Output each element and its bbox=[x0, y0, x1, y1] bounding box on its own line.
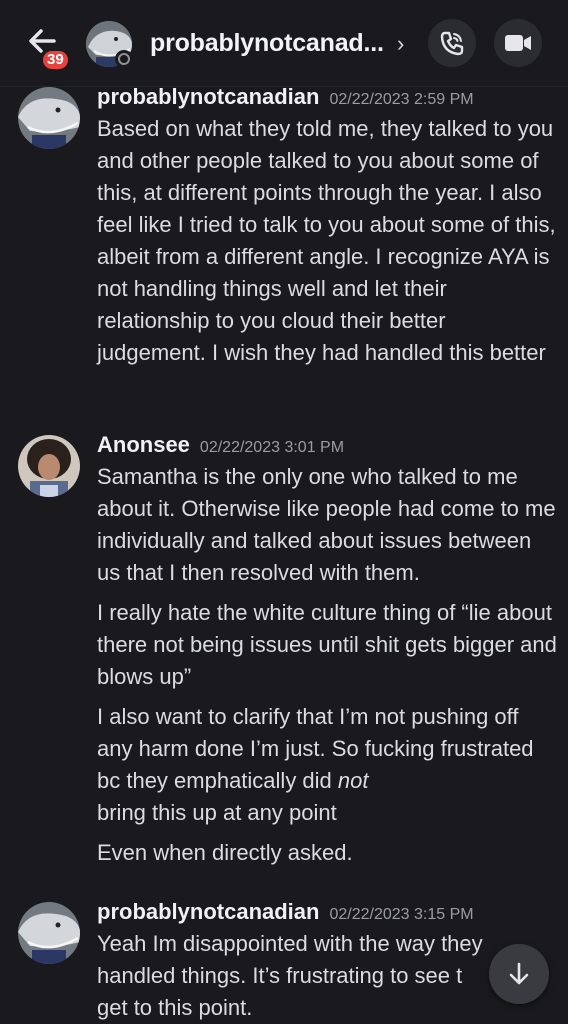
message-text: I really hate the white culture thing of… bbox=[97, 600, 557, 689]
message-text: Even when directly asked. bbox=[97, 840, 353, 865]
emphasized-text: not bbox=[337, 768, 369, 793]
avatar[interactable] bbox=[18, 435, 80, 497]
arrow-down-icon bbox=[509, 962, 529, 985]
channel-title[interactable]: probablynotcanad... bbox=[150, 29, 395, 58]
phone-icon bbox=[440, 31, 464, 56]
message-list[interactable]: probablynotcanadian 02/22/2023 2:59 PM Ba… bbox=[0, 87, 568, 1024]
message-timestamp: 02/22/2023 2:59 PM bbox=[329, 91, 474, 108]
chevron-right-icon[interactable]: › bbox=[397, 31, 404, 57]
unread-badge: 39 bbox=[40, 48, 71, 72]
message-timestamp: 02/22/2023 3:15 PM bbox=[329, 906, 474, 923]
call-button[interactable] bbox=[428, 19, 476, 67]
message-body: Based on what they told me, they talked … bbox=[97, 113, 557, 377]
message-author[interactable]: probablynotcanadian 02/22/2023 3:15 PM bbox=[97, 899, 474, 925]
avatar[interactable] bbox=[18, 87, 80, 149]
scroll-to-bottom-button[interactable] bbox=[489, 944, 549, 1004]
message-text: Samantha is the only one who talked to m… bbox=[97, 464, 556, 585]
avatar[interactable] bbox=[18, 902, 80, 964]
message-body: Yeah Im disappointed with the way they h… bbox=[97, 928, 497, 1024]
video-call-button[interactable] bbox=[494, 19, 542, 67]
message-body: Samantha is the only one who talked to m… bbox=[97, 461, 557, 877]
message-text: Based on what they told me, they talked … bbox=[97, 116, 556, 365]
message-text: Yeah Im disappointed with the way they h… bbox=[97, 931, 483, 1020]
video-camera-icon bbox=[505, 35, 531, 51]
status-indicator bbox=[115, 50, 133, 68]
message-text: I also want to clarify that I’m not push… bbox=[97, 704, 534, 825]
message-author[interactable]: probablynotcanadian 02/22/2023 2:59 PM bbox=[97, 87, 474, 110]
chat-header: 39 probablynotcanad... › bbox=[0, 0, 568, 86]
message-author[interactable]: Anonsee 02/22/2023 3:01 PM bbox=[97, 432, 344, 458]
message-timestamp: 02/22/2023 3:01 PM bbox=[199, 439, 345, 456]
